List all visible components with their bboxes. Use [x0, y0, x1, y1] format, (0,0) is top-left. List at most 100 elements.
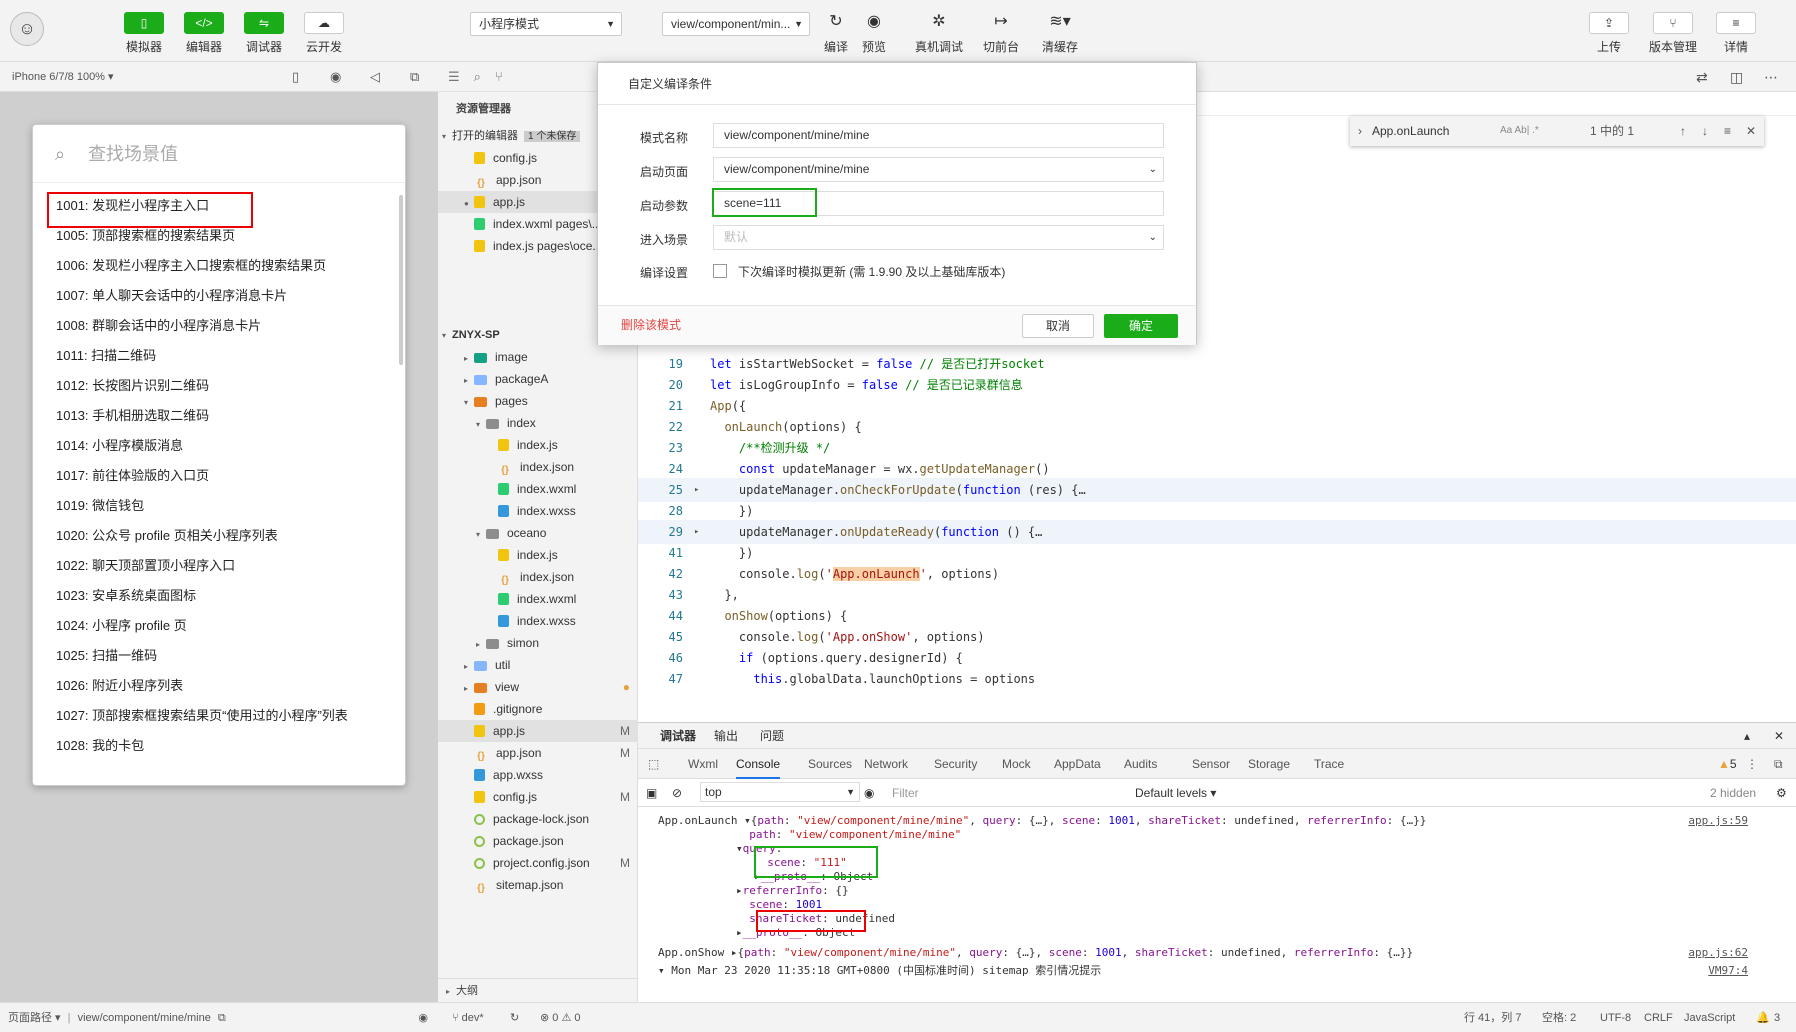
- file-item[interactable]: .gitignore: [438, 698, 638, 720]
- file-item[interactable]: index.wxss: [438, 610, 638, 632]
- source-link[interactable]: app.js:62: [1688, 945, 1748, 960]
- confirm-button[interactable]: 确定: [1104, 314, 1178, 338]
- scene-item[interactable]: 1024: 小程序 profile 页: [56, 615, 187, 634]
- code-line[interactable]: 47 this.globalData.launchOptions = optio…: [638, 667, 1796, 691]
- scene-item[interactable]: 1006: 发现栏小程序主入口搜索框的搜索结果页: [56, 255, 326, 274]
- file-item[interactable]: {} app.json M: [438, 742, 638, 764]
- switch-foreground-button[interactable]: ↦ 切前台: [977, 12, 1025, 55]
- compare-icon[interactable]: ⇄: [1696, 62, 1708, 92]
- files-icon[interactable]: ☰: [448, 69, 474, 84]
- scene-item[interactable]: 1014: 小程序模版消息: [56, 435, 183, 454]
- mode-select[interactable]: 小程序模式 ▼: [470, 12, 622, 36]
- scene-item[interactable]: 1011: 扫描二维码: [56, 345, 156, 364]
- expand-replace-icon[interactable]: ›: [1358, 116, 1362, 146]
- console-line[interactable]: ▾query:: [638, 841, 1778, 856]
- start-page-select[interactable]: view/component/mine/mine ⌄: [713, 157, 1164, 182]
- language-mode[interactable]: JavaScript: [1684, 1003, 1735, 1032]
- volume-icon[interactable]: ◁: [370, 62, 380, 92]
- page-path-label[interactable]: 页面路径 ▾: [8, 1012, 61, 1024]
- encoding[interactable]: UTF-8: [1600, 1003, 1631, 1032]
- cancel-button[interactable]: 取消: [1022, 314, 1094, 338]
- gear-icon[interactable]: ⚙: [1776, 779, 1787, 807]
- file-item[interactable]: index.wxml: [438, 588, 638, 610]
- console-line[interactable]: ▾ Mon Mar 23 2020 11:35:18 GMT+0800 (中国标…: [638, 963, 1778, 978]
- details-button[interactable]: ≡ 详情: [1712, 12, 1760, 55]
- git-branch[interactable]: ⑂ dev*: [452, 1003, 484, 1032]
- scene-item[interactable]: 1027: 顶部搜索框搜索结果页“使用过的小程序”列表: [56, 705, 348, 724]
- device-select[interactable]: iPhone 6/7/8 100% ▾: [12, 71, 114, 83]
- console-line[interactable]: ▸__proto__: Object: [638, 869, 1778, 884]
- devtools-tab[interactable]: Network: [864, 749, 908, 779]
- scene-search-input[interactable]: ⌕ 查找场景值: [33, 125, 405, 183]
- simulator-toggle-button[interactable]: ▯ 模拟器: [120, 12, 168, 55]
- file-item[interactable]: {} sitemap.json: [438, 874, 638, 896]
- levels-select[interactable]: Default levels ▾: [1135, 779, 1216, 807]
- folder-item[interactable]: ▸ view ●: [438, 676, 638, 698]
- console-line[interactable]: App.onShow ▸{path: "view/component/mine/…: [638, 945, 1778, 960]
- clear-cache-button[interactable]: ≋▾ 清缓存: [1036, 12, 1084, 55]
- git-icon[interactable]: ⑂: [495, 69, 517, 84]
- eye-icon[interactable]: ◉: [864, 779, 874, 807]
- bell-icon[interactable]: 🔔: [1756, 1003, 1770, 1032]
- start-params-input[interactable]: scene=111: [713, 191, 1164, 216]
- devtools-tab[interactable]: Mock: [1002, 749, 1031, 779]
- folder-item[interactable]: ▾ oceano: [438, 522, 638, 544]
- file-item[interactable]: package.json: [438, 830, 638, 852]
- undock-icon[interactable]: ⧉: [1774, 749, 1783, 779]
- scene-item[interactable]: 1023: 安卓系统桌面图标: [56, 585, 196, 604]
- file-item[interactable]: index.js: [438, 434, 638, 456]
- devtools-tab[interactable]: Console: [736, 749, 781, 779]
- folder-item[interactable]: ▸ util: [438, 654, 638, 676]
- tab-debugger[interactable]: 调试器: [660, 723, 696, 749]
- debugger-toggle-button[interactable]: ⇋ 调试器: [240, 12, 288, 55]
- file-item[interactable]: app.js M: [438, 720, 638, 742]
- scene-item[interactable]: 1025: 扫描一维码: [56, 645, 157, 664]
- close-icon[interactable]: ✕: [1774, 723, 1784, 749]
- console-line[interactable]: scene: 1001: [638, 897, 1778, 912]
- file-item[interactable]: {} index.json: [438, 456, 638, 478]
- simulate-update-checkbox[interactable]: [713, 264, 727, 278]
- scene-scrollbar[interactable]: [399, 195, 403, 365]
- filter-input[interactable]: Filter: [892, 779, 919, 807]
- tab-output[interactable]: 输出: [714, 723, 738, 749]
- outline-section[interactable]: ▸ 大纲: [438, 978, 638, 1002]
- search-icon[interactable]: ⌕: [474, 69, 495, 84]
- scene-item[interactable]: 1005: 顶部搜索框的搜索结果页: [56, 225, 235, 244]
- console-line[interactable]: scene: "111": [638, 855, 1778, 870]
- scene-item[interactable]: 1028: 我的卡包: [56, 735, 144, 754]
- find-in-selection-icon[interactable]: ≡: [1724, 116, 1731, 146]
- copy-icon[interactable]: ⧉: [218, 1012, 226, 1024]
- devtools-tab[interactable]: Trace: [1314, 749, 1344, 779]
- problems-count[interactable]: ⊗ 0 ⚠ 0: [540, 1003, 580, 1032]
- editor-toggle-button[interactable]: </> 编辑器: [180, 12, 228, 55]
- devtools-tab[interactable]: Storage: [1248, 749, 1290, 779]
- compile-mode-select[interactable]: view/component/min... ▼: [662, 12, 810, 36]
- scene-item[interactable]: 1001: 发现栏小程序主入口: [56, 195, 209, 214]
- devtools-tab[interactable]: AppData: [1054, 749, 1101, 779]
- devtools-tab[interactable]: Sources: [808, 749, 852, 779]
- arrow-up-icon[interactable]: ↑: [1680, 116, 1686, 146]
- find-options[interactable]: Aa Ab| .*: [1500, 116, 1539, 146]
- eye-icon[interactable]: ◉: [418, 1003, 428, 1032]
- folder-item[interactable]: ▾ index: [438, 412, 638, 434]
- chevron-up-icon[interactable]: ▴: [1744, 723, 1750, 749]
- file-item[interactable]: app.wxss: [438, 764, 638, 786]
- scene-item[interactable]: 1008: 群聊会话中的小程序消息卡片: [56, 315, 261, 334]
- folder-item[interactable]: ▸ packageA: [438, 368, 638, 390]
- console-line[interactable]: App.onLaunch ▾{path: "view/component/min…: [638, 813, 1778, 828]
- devtools-tab[interactable]: Audits: [1124, 749, 1157, 779]
- phone-outline-icon[interactable]: ▯: [292, 62, 299, 92]
- devtools-tab[interactable]: Wxml: [688, 749, 718, 779]
- enter-scene-select[interactable]: 默认 ⌄: [713, 225, 1164, 250]
- popout-icon[interactable]: ⧉: [410, 62, 419, 92]
- file-item[interactable]: project.config.json M: [438, 852, 638, 874]
- source-link[interactable]: VM97:4: [1708, 963, 1748, 978]
- scene-item[interactable]: 1022: 聊天顶部置顶小程序入口: [56, 555, 235, 574]
- cloud-dev-button[interactable]: ☁ 云开发: [300, 12, 348, 55]
- scene-item[interactable]: 1026: 附近小程序列表: [56, 675, 183, 694]
- context-select[interactable]: top ▼: [700, 782, 860, 802]
- file-item[interactable]: index.wxml: [438, 478, 638, 500]
- cursor-position[interactable]: 行 41，列 7: [1464, 1003, 1521, 1032]
- folder-item[interactable]: ▾ pages: [438, 390, 638, 412]
- console-line[interactable]: path: "view/component/mine/mine": [638, 827, 1778, 842]
